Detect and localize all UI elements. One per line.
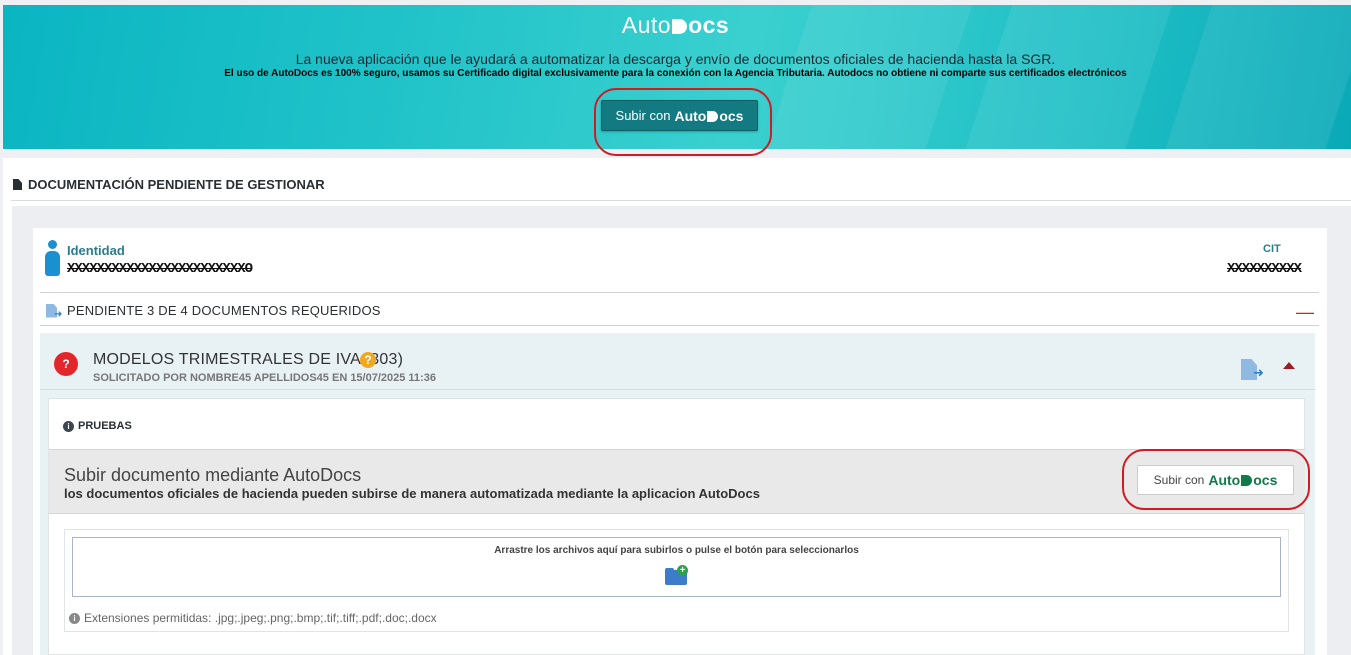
document-title: MODELOS TRIMESTRALES DE IVA (303) — [93, 351, 404, 368]
button-brand: Auto ocs — [1208, 472, 1278, 488]
help-icon[interactable]: ? — [360, 352, 376, 368]
banner-upload-autodocs-button[interactable]: Subir con Auto ocs — [601, 100, 758, 131]
pending-documents-toggle[interactable]: ➜ PENDIENTE 3 DE 4 DOCUMENTOS REQUERIDOS — [46, 303, 381, 319]
info-icon: i — [69, 612, 80, 624]
cit-label: CIT — [1263, 243, 1281, 255]
pdf-icon: ? — [54, 352, 78, 376]
collapse-icon[interactable]: — — [1296, 302, 1314, 323]
button-brand: Auto ocs — [674, 107, 744, 124]
section-title: DOCUMENTACIÓN PENDIENTE DE GESTIONAR — [13, 177, 325, 192]
info-icon: i — [63, 420, 74, 432]
divider — [40, 325, 1319, 326]
logo-text-auto: Auto — [621, 12, 672, 38]
banner-lead-text: La nueva aplicación que le ayudará a aut… — [295, 51, 1056, 67]
upload-autodocs-button[interactable]: Subir con Auto ocs — [1137, 465, 1294, 495]
button-label: Subir con — [1153, 473, 1205, 487]
logo-d-mark — [1241, 475, 1253, 486]
banner-security-note: El uso de AutoDocs es 100% seguro, usamo… — [224, 68, 1127, 79]
allowed-extensions: i Extensiones permitidas: .jpg;.jpeg;.pn… — [69, 611, 437, 625]
button-label: Subir con — [615, 108, 671, 123]
person-icon — [44, 240, 61, 276]
upload-title: Subir documento mediante AutoDocs — [64, 465, 362, 485]
document-requested-by: SOLICITADO POR NOMBRE45 APELLIDOS45 EN 1… — [93, 372, 436, 384]
identity-label: Identidad — [67, 243, 125, 258]
pending-label: PENDIENTE 3 DE 4 DOCUMENTOS REQUERIDOS — [67, 303, 381, 318]
file-send-icon: ➜ — [46, 303, 63, 319]
document-icon — [13, 179, 22, 190]
divider — [40, 292, 1319, 293]
folder-add-icon[interactable]: + — [665, 565, 689, 586]
dropzone-text: Arrastre los archivos aquí para subirlos… — [494, 545, 859, 556]
logo-d-mark — [707, 110, 719, 122]
upload-description: los documentos oficiales de hacienda pue… — [64, 486, 760, 501]
note-label: i PRUEBAS — [63, 420, 132, 432]
autodocs-logo: Auto ocs — [0, 12, 1351, 39]
logo-text-docs: ocs — [688, 12, 730, 38]
divider — [40, 389, 1315, 390]
send-document-button[interactable]: ➜ — [1241, 359, 1267, 381]
identity-value: XXXXXXXXXXXXXXXXXXXXXXXXO — [67, 261, 253, 277]
logo-d-mark — [672, 19, 688, 34]
cit-value: XXXXXXXXXX — [1227, 261, 1302, 277]
caret-up-icon[interactable] — [1283, 362, 1295, 369]
divider — [11, 200, 1351, 201]
